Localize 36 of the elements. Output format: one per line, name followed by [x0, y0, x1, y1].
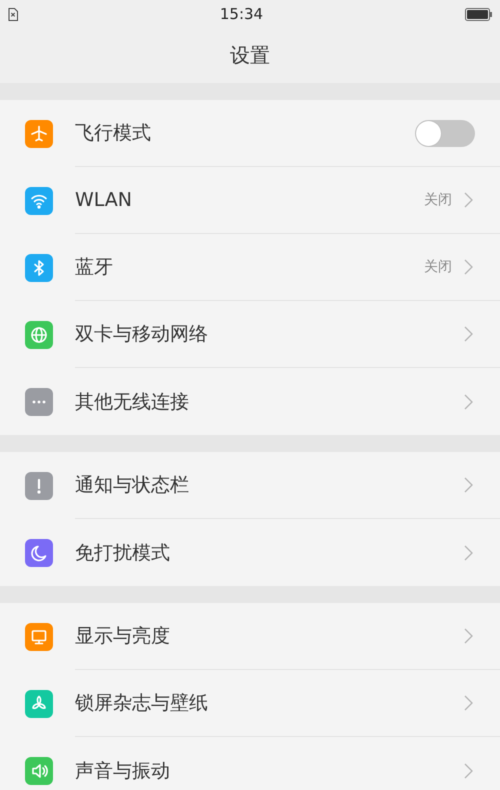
- chevron-icon: [464, 628, 473, 644]
- item-label: WLAN: [75, 189, 134, 211]
- chevron-icon: [464, 192, 473, 208]
- settings-item[interactable]: 其他无线连接: [0, 368, 500, 435]
- page-title: 设置: [230, 42, 270, 69]
- settings-item[interactable]: 免打扰模式: [0, 519, 500, 586]
- chevron-icon: [464, 477, 473, 493]
- item-label: 显示与亮度: [75, 624, 171, 649]
- item-label: 通知与状态栏: [75, 473, 190, 498]
- battery-icon: [464, 8, 492, 20]
- chevron-icon: [464, 326, 473, 342]
- status-time: 15:34: [220, 5, 264, 23]
- chevron-icon: [464, 695, 473, 711]
- item-label: 蓝牙: [75, 255, 114, 280]
- settings-item[interactable]: 蓝牙 关闭: [0, 234, 500, 301]
- status-value: 关闭: [424, 191, 452, 209]
- item-label: 声音与振动: [75, 758, 171, 784]
- chevron-icon: [464, 762, 473, 778]
- no-sim-icon: [8, 8, 18, 20]
- item-label: 免打扰模式: [75, 540, 171, 566]
- settings-item[interactable]: 通知与状态栏: [0, 452, 500, 519]
- status-value: 关闭: [424, 258, 452, 276]
- settings-item[interactable]: 声音与振动: [0, 737, 500, 790]
- settings-item[interactable]: 双卡与移动网络: [0, 301, 500, 368]
- settings-item[interactable]: 显示与亮度: [0, 603, 500, 670]
- chevron-icon: [464, 544, 473, 560]
- chevron-icon: [464, 394, 473, 410]
- settings-item[interactable]: 飞行模式: [0, 100, 500, 167]
- chevron-icon: [464, 259, 473, 275]
- toggle-switch[interactable]: [415, 120, 475, 146]
- item-label: 飞行模式: [75, 121, 152, 146]
- item-label: 锁屏杂志与壁纸: [75, 691, 209, 716]
- item-label: 其他无线连接: [75, 390, 190, 414]
- settings-item[interactable]: WLAN 关闭: [0, 167, 500, 234]
- item-label: 双卡与移动网络: [75, 322, 209, 347]
- settings-item[interactable]: 锁屏杂志与壁纸: [0, 670, 500, 737]
